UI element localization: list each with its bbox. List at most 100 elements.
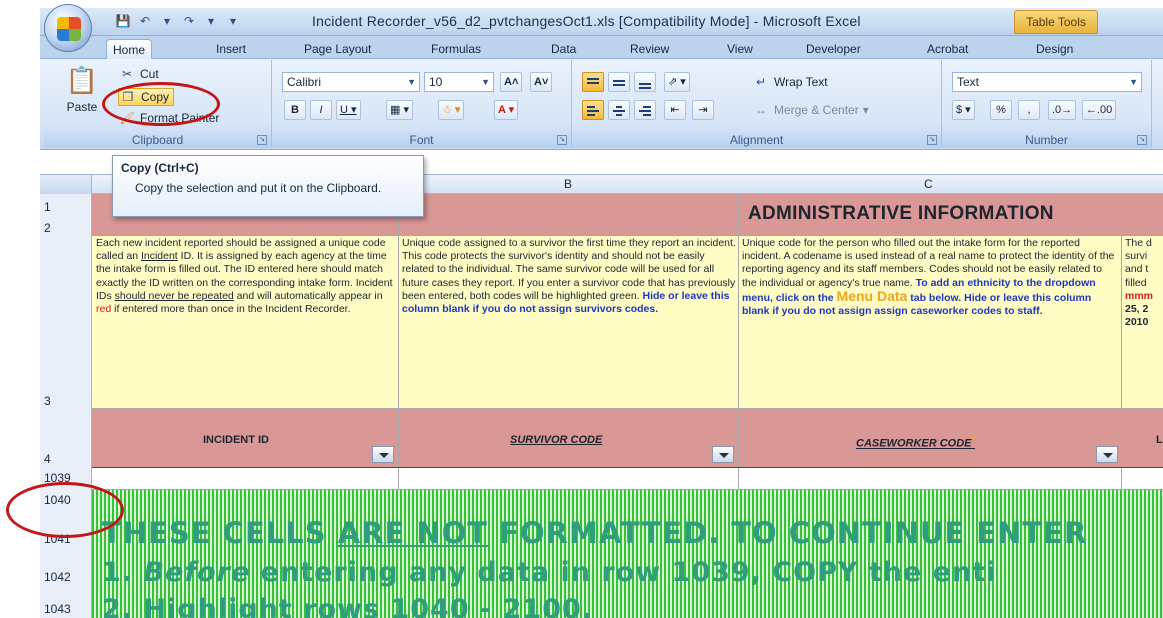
not-formatted-notice-line-1: THESE CELLS ARE NOT FORMATTED. TO CONTIN… [102, 516, 1087, 550]
chevron-down-icon: ▼ [481, 77, 490, 87]
select-all-corner[interactable] [40, 175, 92, 194]
underline-button[interactable]: U ▾ [336, 100, 361, 120]
merge-center-button[interactable]: ↔ Merge & Center ▾ [752, 102, 869, 118]
decrease-decimal-button[interactable]: ←.00 [1082, 100, 1117, 120]
tab-formulas[interactable]: Formulas [425, 39, 487, 59]
number-format-select[interactable]: Text ▼ [952, 72, 1142, 92]
currency-button[interactable]: $ ▾ [952, 100, 975, 120]
tab-home[interactable]: Home [106, 39, 153, 59]
number-group-label: Number [942, 132, 1151, 148]
notice-1-text-b: FORMATTED. TO CONTINUE ENTER [488, 516, 1088, 550]
ribbon-tabs-bar [40, 36, 1163, 58]
align-bottom-button[interactable] [634, 72, 656, 92]
cut-label: Cut [140, 67, 159, 81]
borders-button[interactable]: ▦ ▾ [386, 100, 413, 120]
tooltip-title: Copy (Ctrl+C) [121, 161, 199, 175]
merge-center-label: Merge & Center [774, 103, 859, 117]
percent-button[interactable]: % [990, 100, 1012, 120]
paste-label: Paste [66, 100, 98, 114]
undo-icon[interactable]: ↶ [137, 13, 153, 29]
tab-insert[interactable]: Insert [210, 39, 252, 59]
copy-tooltip: Copy (Ctrl+C) Copy the selection and put… [112, 155, 424, 217]
wrap-text-icon: ↵ [755, 75, 767, 89]
tab-design[interactable]: Design [1030, 39, 1079, 59]
row-header-4[interactable]: 4 [44, 452, 51, 466]
align-top-button[interactable] [582, 72, 604, 92]
tab-page-layout[interactable]: Page Layout [298, 39, 377, 59]
scissors-icon: ✂ [121, 67, 133, 81]
redo-dropdown-icon[interactable]: ▾ [203, 13, 219, 29]
tab-data[interactable]: Data [545, 39, 582, 59]
not-formatted-notice-line-3: 2. Highlight rows 1040 - 2100. [102, 594, 594, 618]
row-header-2[interactable]: 2 [44, 221, 51, 235]
gridline [92, 467, 1163, 468]
font-name-select[interactable]: Calibri ▼ [282, 72, 420, 92]
row-1039[interactable] [92, 467, 1163, 489]
italic-button[interactable]: I [310, 100, 332, 120]
next-column-description: The d survi and t filled mmm 25, 2 2010 [1125, 237, 1163, 405]
font-color-button[interactable]: A ▾ [494, 100, 519, 120]
gridline [738, 194, 739, 489]
caseworker-code-header-text: CASEWORKER CODE [856, 437, 972, 450]
gridline [398, 194, 399, 489]
orientation-button[interactable]: ⇗ ▾ [664, 72, 690, 92]
column-header-c[interactable]: C [924, 177, 933, 191]
font-size-select[interactable]: 10 ▼ [424, 72, 494, 92]
desc-d-line: 2010 [1125, 316, 1149, 329]
clipboard-launcher-icon[interactable]: ↘ [257, 135, 267, 145]
column-header-b[interactable]: B [564, 177, 572, 191]
grow-font-button[interactable]: A˄ [500, 72, 523, 92]
shrink-font-button[interactable]: A˅ [530, 72, 553, 92]
table-tools-context-label: Table Tools [1014, 10, 1098, 34]
customize-qat-icon[interactable]: ▾ [225, 13, 241, 29]
incident-id-description: Each new incident reported should be ass… [96, 237, 394, 405]
number-format-value: Text [957, 75, 980, 89]
font-group-label: Font [272, 132, 571, 148]
increase-indent-button[interactable]: ⇥ [692, 100, 714, 120]
number-launcher-icon[interactable]: ↘ [1137, 135, 1147, 145]
undo-dropdown-icon[interactable]: ▾ [159, 13, 175, 29]
row-header-1[interactable]: 1 [44, 200, 51, 214]
align-right-button[interactable] [634, 100, 656, 120]
alignment-launcher-icon[interactable]: ↘ [927, 135, 937, 145]
tab-developer[interactable]: Developer [800, 39, 867, 59]
tab-review[interactable]: Review [624, 39, 675, 59]
tab-view[interactable]: View [721, 39, 759, 59]
row-header-1043[interactable]: 1043 [44, 602, 71, 616]
cut-button[interactable]: ✂ Cut [118, 66, 159, 82]
redo-icon[interactable]: ↷ [181, 13, 197, 29]
increase-decimal-button[interactable]: .0→ [1048, 100, 1077, 120]
tab-acrobat[interactable]: Acrobat [921, 39, 974, 59]
gridline [1121, 235, 1122, 489]
align-middle-button[interactable] [608, 72, 630, 92]
quick-access-toolbar: 💾 ↶ ▾ ↷ ▾ ▾ [115, 11, 241, 31]
align-left-button[interactable] [582, 100, 604, 120]
row-header-1042[interactable]: 1042 [44, 570, 71, 584]
save-icon[interactable]: 💾 [115, 13, 131, 29]
caseworker-code-description: Unique code for the person who filled ou… [742, 237, 1119, 405]
desc-a-underlined-1: Incident [140, 250, 178, 263]
notice-2-text-b: entering any data in row 1039, COPY the … [250, 557, 997, 588]
chevron-down-icon: ▼ [407, 77, 416, 87]
office-button[interactable] [44, 4, 92, 52]
wrap-text-label: Wrap Text [774, 75, 828, 89]
wrap-text-button[interactable]: ↵ Wrap Text [752, 74, 828, 90]
desc-d-line: 25, 2 [1125, 303, 1149, 316]
notice-1-underlined: ARE NOT [337, 516, 489, 550]
comma-button[interactable]: , [1018, 100, 1040, 120]
bold-button[interactable]: B [284, 100, 306, 120]
clipboard-group-label: Clipboard [44, 132, 271, 148]
row-header-3[interactable]: 3 [44, 394, 51, 408]
decrease-indent-button[interactable]: ⇤ [664, 100, 686, 120]
survivor-code-header: SURVIVOR CODE [510, 434, 603, 446]
fill-color-button[interactable]: ☃ ▾ [438, 100, 465, 120]
paste-button[interactable]: 📋 Paste [62, 64, 102, 124]
survivor-code-filter-dropdown[interactable] [712, 446, 734, 463]
desc-d-line: The d [1125, 237, 1152, 249]
caseworker-code-filter-dropdown[interactable] [1096, 446, 1118, 463]
row-1040-highlight-circle [6, 482, 124, 538]
incident-id-filter-dropdown[interactable] [372, 446, 394, 463]
align-center-button[interactable] [608, 100, 630, 120]
font-launcher-icon[interactable]: ↘ [557, 135, 567, 145]
gridline [92, 408, 1163, 409]
